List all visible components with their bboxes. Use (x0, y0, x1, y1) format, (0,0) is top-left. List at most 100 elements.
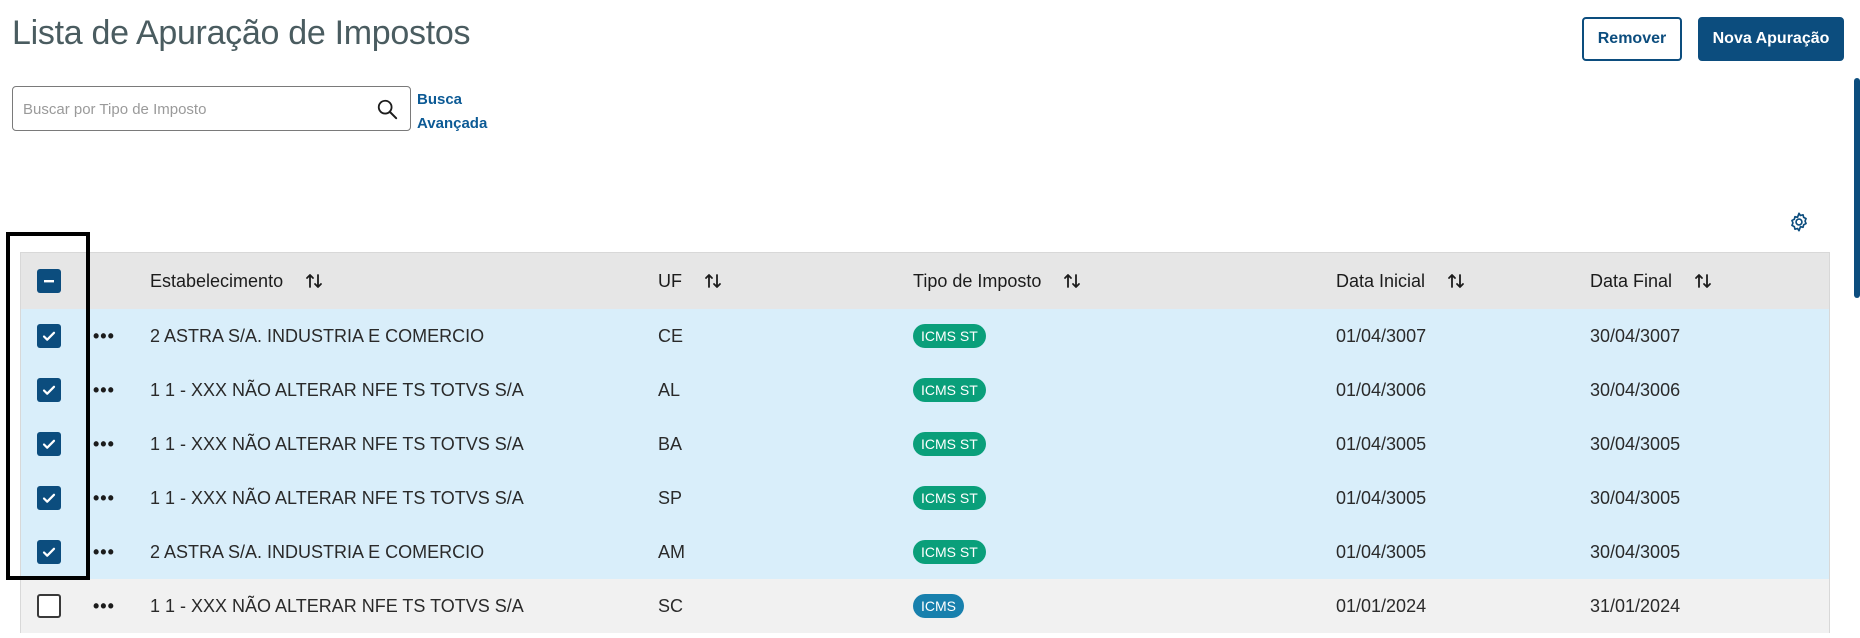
row-more-cell: ••• (93, 525, 123, 579)
cell-data-inicial: 01/04/3005 (1336, 541, 1427, 562)
cell-data-inicial: 01/01/2024 (1336, 595, 1427, 616)
row-check-cell (37, 525, 67, 579)
row-checkbox[interactable] (37, 432, 61, 456)
table-body: ••• 2 ASTRA S/A. INDUSTRIA E COMERCIO CE IC… (21, 309, 1829, 633)
search-input[interactable] (21, 87, 365, 132)
page-title: Lista de Apuração de Impostos (12, 14, 471, 52)
check-icon (42, 547, 56, 557)
tax-type-badge: ICMS (913, 594, 964, 618)
gear-icon[interactable] (1788, 211, 1810, 233)
cell-estabelecimento: 1 1 - XXX NÃO ALTERAR NFE TS TOTVS S/A (150, 487, 524, 508)
sort-icon[interactable] (1447, 272, 1465, 290)
cell-estabelecimento: 1 1 - XXX NÃO ALTERAR NFE TS TOTVS S/A (150, 595, 524, 616)
row-checkbox[interactable] (37, 486, 61, 510)
tax-type-badge: ICMS ST (913, 432, 986, 456)
row-checkbox[interactable] (37, 324, 61, 348)
sort-icon[interactable] (704, 272, 722, 290)
table-row[interactable]: ••• 2 ASTRA S/A. INDUSTRIA E COMERCIO CE IC… (21, 309, 1829, 363)
select-all-checkbox[interactable] (37, 269, 61, 293)
row-more-cell: ••• (93, 417, 123, 471)
more-actions-icon[interactable]: ••• (93, 327, 115, 345)
table-row[interactable]: ••• 1 1 - XXX NÃO ALTERAR NFE TS TOTVS S/… (21, 579, 1829, 633)
check-icon (42, 439, 56, 449)
cell-data-final: 30/04/3006 (1590, 379, 1681, 400)
column-label: Data Inicial (1336, 270, 1426, 291)
more-actions-icon[interactable]: ••• (93, 489, 115, 507)
advanced-search-line1: Busca (417, 91, 463, 108)
cell-uf: AM (658, 541, 685, 562)
row-checkbox[interactable] (37, 378, 61, 402)
cell-data-inicial: 01/04/3005 (1336, 487, 1427, 508)
cell-data-inicial: 01/04/3006 (1336, 379, 1427, 400)
cell-data-final: 31/01/2024 (1590, 595, 1681, 616)
column-data-inicial[interactable]: Data Inicial (1336, 253, 1465, 309)
new-apuracao-button[interactable]: Nova Apuração (1698, 17, 1844, 61)
table-row[interactable]: ••• 2 ASTRA S/A. INDUSTRIA E COMERCIO AM IC… (21, 525, 1829, 579)
row-check-cell (37, 417, 67, 471)
cell-estabelecimento: 2 ASTRA S/A. INDUSTRIA E COMERCIO (150, 325, 485, 346)
sort-icon[interactable] (1694, 272, 1712, 290)
column-data-final[interactable]: Data Final (1590, 253, 1712, 309)
cell-uf: SC (658, 595, 684, 616)
column-estabelecimento[interactable]: Estabelecimento (150, 253, 323, 309)
cell-uf: AL (658, 379, 681, 400)
cell-data-final: 30/04/3005 (1590, 487, 1681, 508)
search-field (12, 86, 411, 132)
cell-data-final: 30/04/3007 (1590, 325, 1681, 346)
advanced-search-line2: Avançada (417, 115, 488, 132)
cell-data-inicial: 01/04/3007 (1336, 325, 1427, 346)
check-icon (42, 493, 56, 503)
advanced-search-link[interactable]: Busca Avançada (417, 88, 487, 136)
search-icon[interactable] (376, 98, 398, 120)
table-row[interactable]: ••• 1 1 - XXX NÃO ALTERAR NFE TS TOTVS S/… (21, 471, 1829, 525)
row-more-cell: ••• (93, 579, 123, 633)
minus-icon (44, 280, 54, 283)
row-more-cell: ••• (93, 363, 123, 417)
column-tipo-imposto[interactable]: Tipo de Imposto (913, 253, 1081, 309)
more-actions-icon[interactable]: ••• (93, 435, 115, 453)
cell-uf: BA (658, 433, 683, 454)
column-label: UF (658, 270, 682, 291)
cell-uf: SP (658, 487, 683, 508)
select-all-cell (37, 253, 67, 309)
cell-estabelecimento: 2 ASTRA S/A. INDUSTRIA E COMERCIO (150, 541, 485, 562)
table-header: Estabelecimento UF Tipo de Imposto Data … (21, 253, 1829, 309)
cell-tipo-imposto: ICMS ST (913, 525, 986, 579)
more-actions-icon[interactable]: ••• (93, 597, 115, 615)
table-row[interactable]: ••• 1 1 - XXX NÃO ALTERAR NFE TS TOTVS S/… (21, 417, 1829, 471)
check-icon (42, 385, 56, 395)
cell-data-final: 30/04/3005 (1590, 433, 1681, 454)
tax-type-badge: ICMS ST (913, 540, 986, 564)
cell-tipo-imposto: ICMS ST (913, 417, 986, 471)
column-label: Tipo de Imposto (913, 270, 1042, 291)
tax-type-badge: ICMS ST (913, 486, 986, 510)
row-more-cell: ••• (93, 471, 123, 525)
cell-tipo-imposto: ICMS (913, 579, 964, 633)
check-icon (42, 331, 56, 341)
table-row[interactable]: ••• 1 1 - XXX NÃO ALTERAR NFE TS TOTVS S/… (21, 363, 1829, 417)
sort-icon[interactable] (1063, 272, 1081, 290)
row-check-cell (37, 363, 67, 417)
row-checkbox[interactable] (37, 540, 61, 564)
row-checkbox[interactable] (37, 594, 61, 618)
cell-tipo-imposto: ICMS ST (913, 363, 986, 417)
cell-data-inicial: 01/04/3005 (1336, 433, 1427, 454)
cell-tipo-imposto: ICMS ST (913, 309, 986, 363)
row-check-cell (37, 471, 67, 525)
column-label: Data Final (1590, 270, 1673, 291)
tax-table: Estabelecimento UF Tipo de Imposto Data … (20, 252, 1830, 633)
cell-estabelecimento: 1 1 - XXX NÃO ALTERAR NFE TS TOTVS S/A (150, 433, 524, 454)
sort-icon[interactable] (305, 272, 323, 290)
more-actions-icon[interactable]: ••• (93, 543, 115, 561)
cell-data-final: 30/04/3005 (1590, 541, 1681, 562)
row-check-cell (37, 309, 67, 363)
more-actions-icon[interactable]: ••• (93, 381, 115, 399)
scrollbar[interactable] (1854, 78, 1860, 298)
row-check-cell (37, 579, 67, 633)
cell-estabelecimento: 1 1 - XXX NÃO ALTERAR NFE TS TOTVS S/A (150, 379, 524, 400)
remove-button[interactable]: Remover (1582, 17, 1682, 61)
cell-uf: CE (658, 325, 684, 346)
column-uf[interactable]: UF (658, 253, 722, 309)
row-more-cell: ••• (93, 309, 123, 363)
tax-type-badge: ICMS ST (913, 324, 986, 348)
